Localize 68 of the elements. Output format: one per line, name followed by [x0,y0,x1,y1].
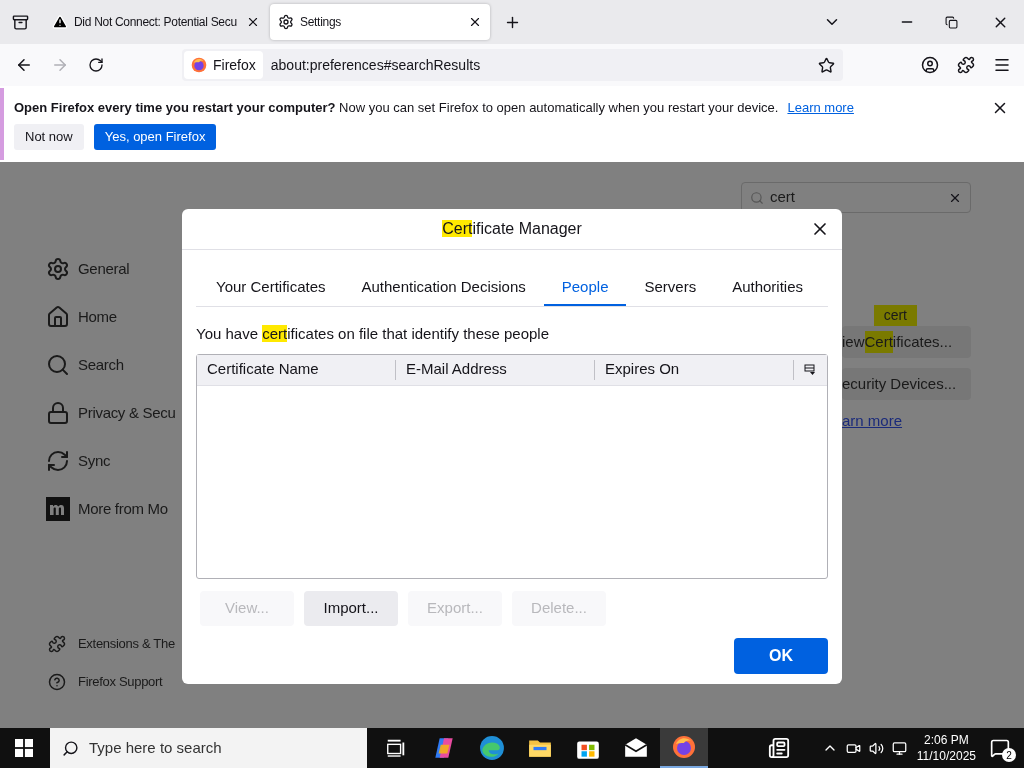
dialog-tab[interactable]: Authentication Decisions [343,271,544,306]
dialog-tab[interactable]: People [543,271,627,306]
firefox-logo-icon [672,735,696,759]
identity-box[interactable]: Firefox [184,51,263,79]
search-icon [750,190,764,205]
notification-count: 2 [1002,748,1016,762]
column-header[interactable]: E-Mail Address [396,359,595,380]
close-icon[interactable] [468,15,482,29]
sidebar-item[interactable]: Search [46,341,182,389]
tab-list-icon[interactable] [11,13,29,31]
learn-more-link[interactable]: Learn more [787,98,854,118]
notification-message: Open Firefox every time you restart your computer? Now you can set Firefox to open automatically when you restart your device. [14,99,779,118]
gear-icon [46,257,70,281]
taskbar-search-field[interactable]: Type here to search [50,728,367,768]
learn-more-link[interactable]: arn more [842,410,971,433]
confirm-button[interactable]: Yes, open Firefox [93,123,217,150]
action-button[interactable]: Import... [304,590,398,626]
lock-icon [46,401,70,425]
tab-title: Did Not Connect: Potential Secu [74,14,238,31]
sidebar-item[interactable]: More from Mo [46,485,182,533]
sync-icon [46,449,70,473]
dialog-description: You have certificates on file that identify these people [196,324,551,344]
home-icon [46,305,70,329]
sidebar-item[interactable]: General [46,245,182,293]
extensions-icon[interactable] [957,56,975,74]
dismiss-button[interactable]: Not now [14,123,84,150]
speaker-icon[interactable] [868,740,884,756]
dialog-tab[interactable]: Servers [626,271,715,306]
close-icon[interactable] [246,15,260,29]
search-icon [46,353,70,377]
browser-tab[interactable]: Settings [270,4,490,40]
clock[interactable]: 2:06 PM 11/10/2025 [916,732,976,764]
account-icon[interactable] [921,56,939,74]
sidebar-item[interactable]: Privacy & Secu [46,389,182,437]
network-icon[interactable] [891,740,907,756]
news-icon[interactable] [767,737,790,759]
column-picker-icon[interactable] [804,363,816,376]
warning-icon [52,14,68,30]
dialog-tab[interactable]: Authorities [714,271,822,306]
column-header[interactable]: Certificate Name [197,359,396,380]
sidebar-item[interactable]: Sync [46,437,182,485]
address-bar[interactable]: Firefox about:preferences#searchResults [182,49,843,81]
identity-label: Firefox [213,55,256,75]
tab-title: Settings [300,14,342,31]
back-icon[interactable] [15,56,33,74]
browser-tab[interactable]: Did Not Connect: Potential Secu [44,4,268,40]
ok-button[interactable]: OK [734,637,828,674]
gear-icon [278,14,294,30]
help-icon [48,673,66,691]
m-logo-icon [46,497,70,521]
search-match-tooltip: cert [873,305,917,326]
reload-icon[interactable] [88,57,104,73]
puzzle-icon [48,635,66,653]
search-icon [62,739,79,757]
settings-button[interactable]: ecurity Devices... [842,368,971,400]
sidebar-item[interactable]: Home [46,293,182,341]
windows-logo-icon[interactable] [15,739,33,757]
sidebar-link[interactable]: Extensions & The [46,625,182,663]
restore-icon[interactable] [945,15,958,29]
menu-icon[interactable] [993,56,1011,74]
star-icon[interactable] [818,56,835,74]
task-view-icon [385,737,407,759]
sidebar-link[interactable]: Firefox Support [46,663,182,701]
column-header[interactable]: Expires On [595,359,794,380]
firefox-logo-icon [191,57,207,73]
url-text: about:preferences#searchResults [270,55,481,75]
edge-icon [479,735,505,761]
dialog-tab[interactable]: Your Certificates [198,271,344,306]
